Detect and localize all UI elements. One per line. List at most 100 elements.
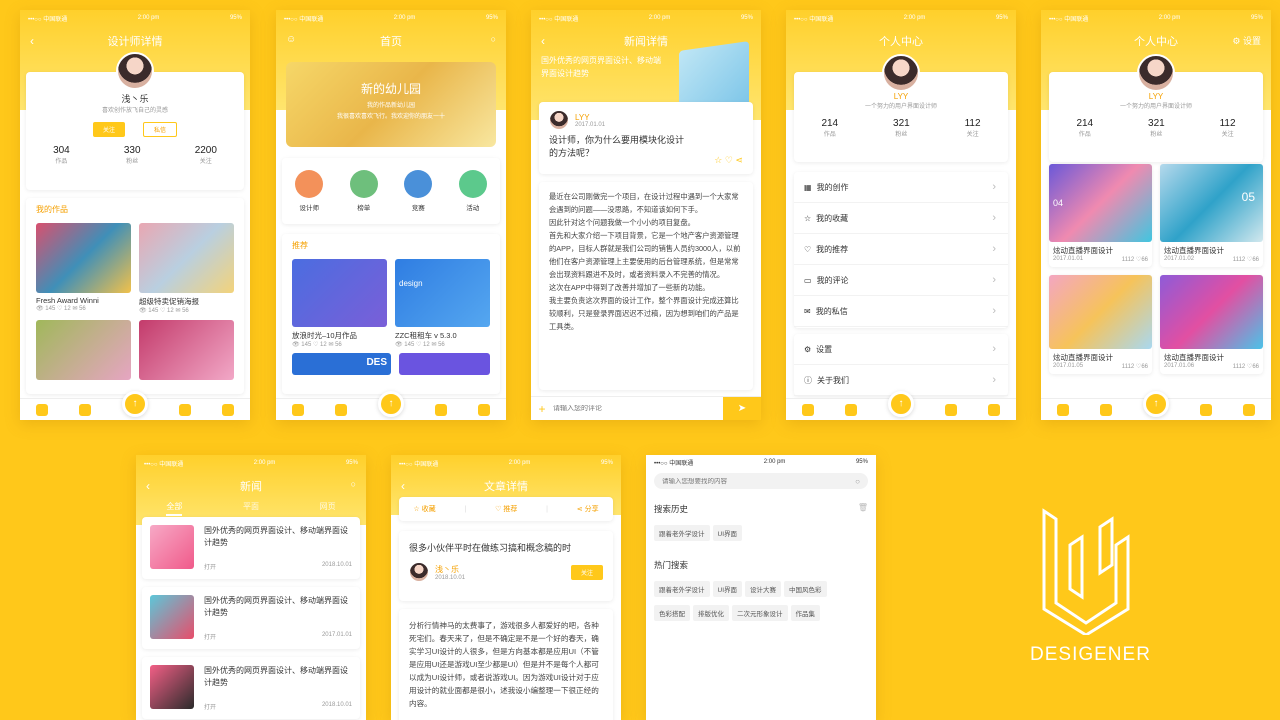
- recommend-card[interactable]: 放浪时光–10月作品 👁 145 ♡ 12 ✉ 56: [292, 259, 387, 348]
- bell-icon[interactable]: [945, 403, 958, 416]
- back-icon[interactable]: ‹: [541, 34, 545, 48]
- article-question: 设计师，你为什么要用模块化设计的方法呢？: [549, 135, 685, 158]
- history-chip[interactable]: UI界面: [712, 525, 742, 541]
- hot-chip[interactable]: 二次元形象设计: [732, 605, 788, 621]
- history-title: 搜索历史: [654, 504, 689, 514]
- work-card[interactable]: 超级特卖促销海报 👁 145 ♡ 12 ✉ 56: [139, 223, 234, 314]
- following-count: 2200: [194, 145, 217, 156]
- fans-count: 330: [123, 145, 141, 156]
- screen-article-detail: •••○○ 中国联通 2:00 pm 95% ‹ 文章详情 ☆ 收藏 | ♡ 推荐 | ⋖…: [391, 455, 621, 720]
- designer-bio: 喜欢创作放飞自己的灵感: [101, 108, 168, 114]
- page-title: 文章详情: [484, 481, 528, 493]
- trash-icon[interactable]: 🗑: [858, 503, 868, 515]
- user-icon[interactable]: [988, 403, 1001, 416]
- ui-logo-icon: [1042, 508, 1130, 637]
- work-card[interactable]: 炫动直播界面设计 2017.01.06 1112 ♡66: [1160, 275, 1263, 374]
- page-title: 设计师详情: [107, 36, 163, 48]
- tab-web[interactable]: 网页: [320, 501, 336, 516]
- home-banner[interactable]: 新的幼儿园 我的作品新幼儿园 我很喜欢喜欢飞行。我欢迎你的朋友一十: [286, 62, 496, 147]
- home-icon[interactable]: [1056, 403, 1069, 416]
- work-card[interactable]: 炫动直播界面设计 2017.01.05 1112 ♡66: [1049, 275, 1152, 374]
- back-icon[interactable]: ‹: [401, 479, 405, 493]
- category-activity[interactable]: 活动: [458, 170, 487, 212]
- category-contest[interactable]: 竞赛: [404, 170, 433, 212]
- menu-settings[interactable]: ⚙ 设置: [794, 334, 1008, 365]
- compass-icon[interactable]: [1099, 403, 1112, 416]
- follow-button[interactable]: 关注: [92, 122, 125, 137]
- compass-icon[interactable]: [334, 403, 347, 416]
- screen-profile-works: •••○○ 中国联通 2:00 pm 95% 个人中心 ⚙ 设置 LYY 一个努力的用…: [1041, 10, 1271, 420]
- search-icon[interactable]: ○: [855, 477, 860, 486]
- user-icon[interactable]: [222, 403, 235, 416]
- user-name: LYY: [893, 92, 909, 101]
- work-card[interactable]: 05 炫动直播界面设计 2017.01.02 1112 ♡66: [1160, 164, 1263, 267]
- add-icon[interactable]: +: [531, 402, 553, 416]
- hot-chip[interactable]: 作品集: [790, 605, 820, 621]
- settings-button[interactable]: ⚙ 设置: [1232, 34, 1261, 47]
- hot-chip[interactable]: 中国风色彩: [784, 581, 827, 597]
- bell-icon[interactable]: [179, 403, 192, 416]
- compass-icon[interactable]: [78, 403, 91, 416]
- back-icon[interactable]: ‹: [30, 34, 34, 48]
- list-item[interactable]: 国外优秀的网页界面设计、移动端界面设计趋势 打开 2017.01.01: [142, 587, 360, 649]
- home-icon[interactable]: [801, 403, 814, 416]
- comment-input[interactable]: [553, 405, 723, 412]
- tab-bar: [20, 390, 250, 420]
- hot-title: 热门搜索: [654, 560, 689, 570]
- menu-my-favorites[interactable]: ☆ 我的收藏: [794, 203, 1008, 234]
- back-icon[interactable]: ‹: [146, 479, 150, 493]
- share-button[interactable]: ⋖ 分享: [577, 504, 599, 514]
- work-card[interactable]: Fresh Award Winni 👁 145 ♡ 12 ✉ 56: [36, 223, 131, 314]
- avatar: [882, 54, 920, 92]
- hot-chip[interactable]: 排版优化: [693, 605, 729, 621]
- search-icon[interactable]: ○: [351, 479, 356, 489]
- section-title: 推荐: [292, 241, 308, 250]
- follow-button[interactable]: 关注: [570, 564, 603, 580]
- hot-chip[interactable]: 设计大赛: [745, 581, 781, 597]
- menu-my-messages[interactable]: ✉ 我的私信: [794, 296, 1008, 327]
- category-ranking[interactable]: 榜单: [349, 170, 378, 212]
- hot-chip[interactable]: UI界面: [712, 581, 742, 597]
- thumb-icon[interactable]: ♡: [725, 155, 733, 165]
- home-icon[interactable]: [35, 403, 48, 416]
- menu-my-comments[interactable]: ▭ 我的评论: [794, 265, 1008, 296]
- category-designer[interactable]: 设计师: [295, 170, 324, 212]
- recommend-card[interactable]: design ZZC租租车 v 5.3.0 👁 145 ♡ 12 ✉ 56: [395, 259, 490, 348]
- menu-my-works[interactable]: ▦ 我的创作: [794, 172, 1008, 203]
- hot-chip[interactable]: 跟着老外学设计: [654, 581, 710, 597]
- user-icon[interactable]: [478, 403, 491, 416]
- share-icon[interactable]: ⋖: [735, 155, 743, 165]
- bell-icon[interactable]: [435, 403, 448, 416]
- page-title: 个人中心: [879, 36, 923, 48]
- work-card[interactable]: 04 炫动直播界面设计 2017.01.01 1112 ♡66: [1049, 164, 1152, 267]
- message-icon[interactable]: ☺: [286, 34, 296, 45]
- upload-icon[interactable]: [887, 390, 914, 417]
- message-button[interactable]: 私信: [143, 122, 178, 137]
- list-item[interactable]: 国外优秀的网页界面设计、移动端界面设计趋势 打开 2018.10.01: [142, 517, 360, 579]
- list-item[interactable]: 国外优秀的网页界面设计、移动端界面设计趋势 打开 2018.10.01: [142, 657, 360, 719]
- star-icon[interactable]: ☆: [714, 155, 722, 165]
- page-title: 新闻详情: [624, 36, 668, 48]
- history-chip[interactable]: 跟着老外学设计: [654, 525, 710, 541]
- menu-my-recommend[interactable]: ♡ 我的推荐: [794, 234, 1008, 265]
- home-icon[interactable]: [291, 403, 304, 416]
- send-button[interactable]: ➤: [723, 396, 761, 420]
- article-headline: 很多小伙伴平时在做练习搞和概念稿的时: [409, 543, 572, 553]
- article-body: 分析行情神马的太费事了，游戏很多人都爱好的吧，各种死宅们。春天来了，但是不确定是…: [409, 621, 599, 708]
- compass-icon[interactable]: [844, 403, 857, 416]
- page-title: 个人中心: [1134, 36, 1178, 48]
- search-icon[interactable]: ○: [491, 34, 496, 44]
- page-title: 新闻: [240, 481, 262, 493]
- tab-graphic[interactable]: 平面: [243, 501, 259, 516]
- user-icon[interactable]: [1243, 403, 1256, 416]
- search-input[interactable]: [662, 477, 856, 485]
- upload-icon[interactable]: [1142, 390, 1169, 417]
- bell-icon[interactable]: [1200, 403, 1213, 416]
- upload-icon[interactable]: [121, 390, 148, 417]
- tab-all[interactable]: 全部: [166, 501, 183, 516]
- upload-icon[interactable]: [377, 390, 404, 417]
- hot-chip[interactable]: 色彩搭配: [654, 605, 690, 621]
- collect-button[interactable]: ☆ 收藏: [413, 504, 435, 514]
- recommend-button[interactable]: ♡ 推荐: [495, 504, 517, 514]
- article-body: 最近在公司刚做完一个项目，在设计过程中遇到一个大家常会遇到的问题——没思路，不知…: [549, 192, 741, 331]
